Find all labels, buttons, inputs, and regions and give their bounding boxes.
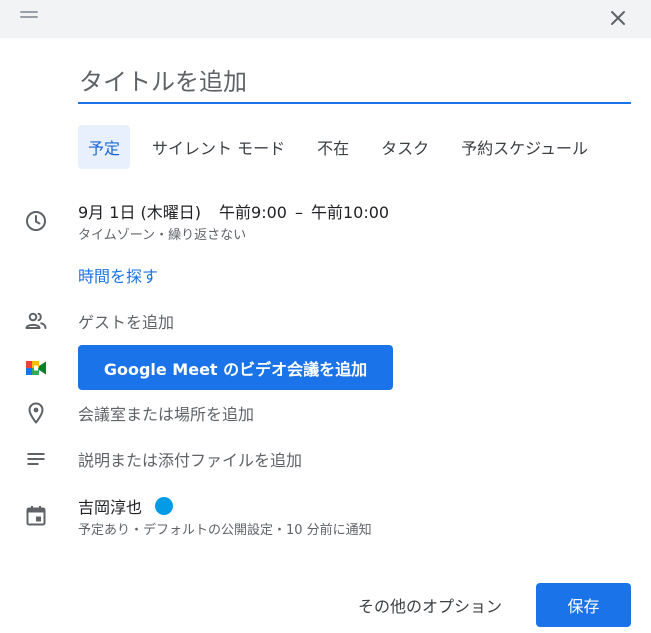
tab-appointment-schedule[interactable]: 予約スケジュール xyxy=(451,125,598,169)
find-time-link[interactable]: 時間を探す xyxy=(78,263,158,287)
calendar-color-dot[interactable] xyxy=(155,497,174,515)
notes-icon xyxy=(24,447,48,471)
drag-handle-icon[interactable] xyxy=(20,11,38,19)
date-picker[interactable]: 9月 1日 (木曜日) xyxy=(78,203,201,222)
calendar-owner-row: 吉岡淳也 xyxy=(78,494,174,518)
time-separator: – xyxy=(294,203,303,222)
event-type-tabs: 予定 サイレント モード 不在 タスク 予約スケジュール xyxy=(78,125,598,169)
end-time-picker[interactable]: 午前10:00 xyxy=(311,203,389,222)
location-pin-icon xyxy=(24,401,48,425)
add-google-meet-button[interactable]: Google Meet のビデオ会議を追加 xyxy=(78,345,393,390)
tab-focus-time[interactable]: サイレント モード xyxy=(142,125,295,169)
calendar-status-summary[interactable]: 予定あり・デフォルトの公開設定・10 分前に通知 xyxy=(78,519,372,538)
tab-out-of-office[interactable]: 不在 xyxy=(307,125,359,169)
google-meet-icon xyxy=(24,356,48,380)
close-icon xyxy=(611,11,625,25)
clock-icon xyxy=(24,209,48,233)
more-options-button[interactable]: その他のオプション xyxy=(350,583,510,627)
save-button[interactable]: 保存 xyxy=(536,583,631,627)
tab-task[interactable]: タスク xyxy=(371,125,439,169)
people-icon xyxy=(24,309,48,333)
add-description-field[interactable]: 説明または添付ファイルを追加 xyxy=(78,447,302,471)
add-guests-field[interactable]: ゲストを追加 xyxy=(78,309,174,333)
close-button[interactable] xyxy=(602,4,634,32)
datetime-row: 9月 1日 (木曜日) 午前9:00– 午前10:00 xyxy=(78,199,389,223)
add-location-field[interactable]: 会議室または場所を追加 xyxy=(78,401,254,425)
title-input[interactable] xyxy=(78,62,631,104)
calendar-owner-name[interactable]: 吉岡淳也 xyxy=(78,494,142,518)
calendar-icon xyxy=(24,504,48,528)
timezone-repeat-link[interactable]: タイムゾーン・繰り返さない xyxy=(78,224,246,243)
tab-event[interactable]: 予定 xyxy=(78,125,131,169)
start-time-picker[interactable]: 午前9:00 xyxy=(219,203,287,222)
dialog-header xyxy=(0,0,651,38)
